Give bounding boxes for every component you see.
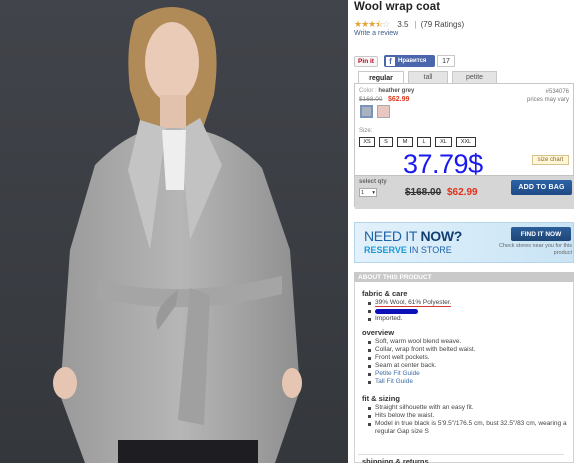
product-options-box: Color : heather grey $168.00 $62.99 #534… (354, 83, 574, 209)
need-it-text: NEED IT (364, 228, 417, 244)
about-product-body: fabric & care 39% Wool, 61% Polyester. I… (354, 282, 574, 463)
shipping-returns-heading[interactable]: shipping & returns (358, 454, 564, 463)
size-xl[interactable]: XL (435, 137, 452, 147)
buy-bar: select qty 1 ▾ $168.00 $62.99 ADD TO BAG (355, 175, 574, 209)
list-item: Soft, warm wool blend weave. (367, 338, 567, 346)
size-l[interactable]: L (417, 137, 431, 147)
scribble-mark (375, 309, 418, 314)
write-review-link[interactable]: Write a review (354, 30, 398, 37)
list-item: Model in true black is 5'9.5"/176.5 cm, … (367, 420, 567, 436)
fabric-care-heading: fabric & care (362, 289, 408, 298)
model-illustration (53, 6, 302, 463)
color-label-text: Color : (359, 88, 377, 94)
need-it-now-heading: NEED IT NOW? (364, 228, 462, 244)
rating-separator: | (414, 20, 417, 29)
product-photo[interactable] (0, 0, 348, 463)
star-rating-icon[interactable]: ★★★☆★☆ (354, 19, 390, 30)
find-in-store-banner[interactable]: NEED IT NOW? RESERVE IN STORE FIND IT NO… (354, 222, 574, 263)
size-s[interactable]: S (379, 137, 393, 147)
size-m[interactable]: M (397, 137, 413, 147)
qty-label: select qty (359, 179, 387, 185)
price-sale: $62.99 (447, 187, 478, 198)
sku-note: prices may vary (526, 97, 569, 103)
tall-fit-guide-link[interactable]: Tall Fit Guide (367, 378, 567, 386)
list-item: Straight silhouette with an easy fit. (367, 404, 567, 412)
rating-row: ★★★☆★☆ 3.5 | (79 Ratings) (354, 19, 464, 30)
price-original: $168.00 (405, 187, 442, 198)
list-item: 39% Wool, 61% Polyester. (367, 299, 567, 307)
list-item: Imported. (367, 315, 567, 323)
color-label: Color : heather grey (359, 88, 414, 94)
check-stores-note: Check stores near you for this product (498, 243, 572, 256)
sku-number: #534076 (545, 89, 569, 95)
add-to-bag-button[interactable]: ADD TO BAG (511, 180, 572, 195)
fit-sizing-list: Straight silhouette with an easy fit. Hi… (367, 404, 567, 436)
color-price-original: $168.00 (359, 96, 383, 103)
overview-list: Soft, warm wool blend weave. Collar, wra… (367, 338, 567, 386)
about-product-header: ABOUT THIS PRODUCT (354, 272, 574, 282)
overview-heading: overview (362, 328, 395, 337)
now-text: NOW? (420, 228, 463, 244)
in-store-text: IN STORE (409, 245, 452, 255)
list-item: Hits below the waist. (367, 412, 567, 420)
reserve-in-store-text: RESERVE IN STORE (364, 245, 452, 255)
product-title: Wool wrap coat (354, 1, 441, 13)
fabric-composition: 39% Wool, 61% Polyester. (375, 299, 452, 307)
reserve-text: RESERVE (364, 245, 407, 255)
rating-value: 3.5 (397, 20, 409, 29)
facebook-like-label: Нравится (398, 58, 427, 64)
color-price-sale: $62.99 (388, 96, 410, 103)
facebook-icon: f (386, 56, 395, 66)
color-value: heather grey (378, 88, 415, 94)
find-it-now-button[interactable]: FIND IT NOW (511, 227, 571, 241)
tab-petite[interactable]: petite (452, 71, 497, 83)
fit-sizing-heading: fit & sizing (362, 394, 400, 403)
list-item: Collar, wrap front with belted waist. (367, 346, 567, 354)
list-item: Front welt pockets. (367, 354, 567, 362)
size-xxl[interactable]: XXL (456, 137, 476, 147)
sku-info: #534076 prices may vary (527, 88, 569, 104)
product-details-panel: Wool wrap coat ★★★☆★☆ 3.5 | (79 Ratings)… (354, 0, 574, 463)
swatch-pink[interactable] (377, 105, 390, 118)
social-share-row: Pin it f Нравится 17 (354, 55, 455, 67)
list-item: Seam at center back. (367, 362, 567, 370)
chevron-down-icon: ▾ (372, 189, 375, 196)
facebook-like-button[interactable]: f Нравится (384, 55, 435, 67)
swatch-heather-grey[interactable] (360, 105, 373, 118)
size-label: Size: (359, 128, 373, 134)
petite-fit-guide-link[interactable]: Petite Fit Guide (367, 370, 567, 378)
pinterest-button[interactable]: Pin it (354, 55, 378, 67)
rating-count-link[interactable]: (79 Ratings) (421, 20, 465, 29)
size-options: XS S M L XL XXL (359, 137, 480, 147)
facebook-like-count: 17 (437, 55, 455, 67)
qty-value: 1 (361, 189, 365, 196)
tab-tall[interactable]: tall (408, 71, 448, 83)
qty-select[interactable]: 1 ▾ (359, 188, 377, 197)
size-xs[interactable]: XS (359, 137, 375, 147)
size-chart-link[interactable]: size chart (532, 155, 569, 165)
